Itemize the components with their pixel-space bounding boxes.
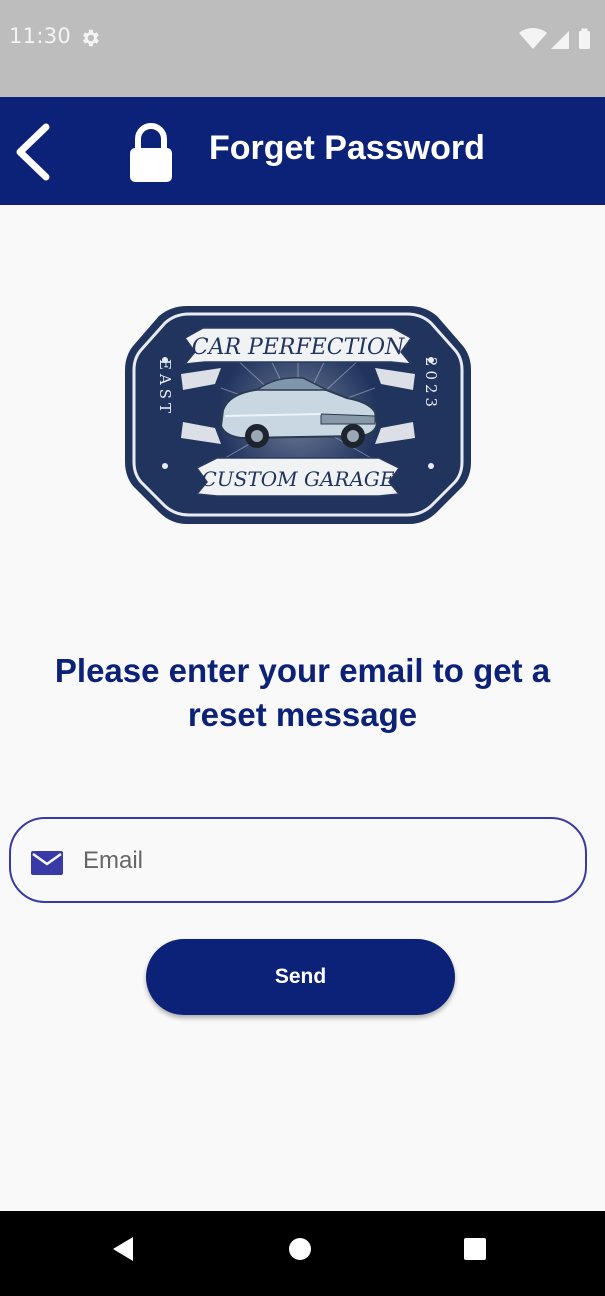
app-bar: Forget Password [0, 97, 605, 205]
nav-home-icon[interactable] [288, 1237, 312, 1261]
system-nav-bar [0, 1211, 605, 1296]
logo-bottom-text: CUSTOM GARAGE [202, 467, 395, 491]
email-input[interactable] [83, 839, 563, 883]
main-content: CAR PERFECTION CUSTOM GARAGE EAST 2023 P… [0, 205, 605, 1211]
battery-icon [579, 31, 590, 49]
logo-right-text: 2023 [422, 357, 440, 411]
nav-back-icon[interactable] [111, 1235, 135, 1263]
logo-left-text: EAST [156, 359, 174, 417]
instruction-text: Please enter your email to get a reset m… [54, 652, 551, 733]
back-button[interactable] [8, 119, 64, 185]
status-time: 11:30 [9, 24, 72, 48]
nav-recents-icon[interactable] [463, 1237, 487, 1261]
email-field[interactable] [9, 817, 587, 903]
send-button-label: Send [274, 965, 327, 988]
chevron-left-icon [16, 123, 50, 181]
mail-icon [31, 851, 63, 875]
lock-icon [130, 123, 172, 182]
status-icons [519, 27, 590, 49]
page-title: Forget Password [209, 129, 485, 167]
settings-gear-icon [83, 29, 99, 47]
logo-top-text: CAR PERFECTION [192, 335, 405, 360]
status-bar: 11:30 [0, 0, 605, 97]
cellular-signal-icon [551, 31, 569, 49]
wifi-icon [519, 27, 547, 49]
send-button[interactable]: Send [146, 939, 455, 1015]
car-perfection-logo: CAR PERFECTION CUSTOM GARAGE EAST 2023 [125, 306, 471, 524]
